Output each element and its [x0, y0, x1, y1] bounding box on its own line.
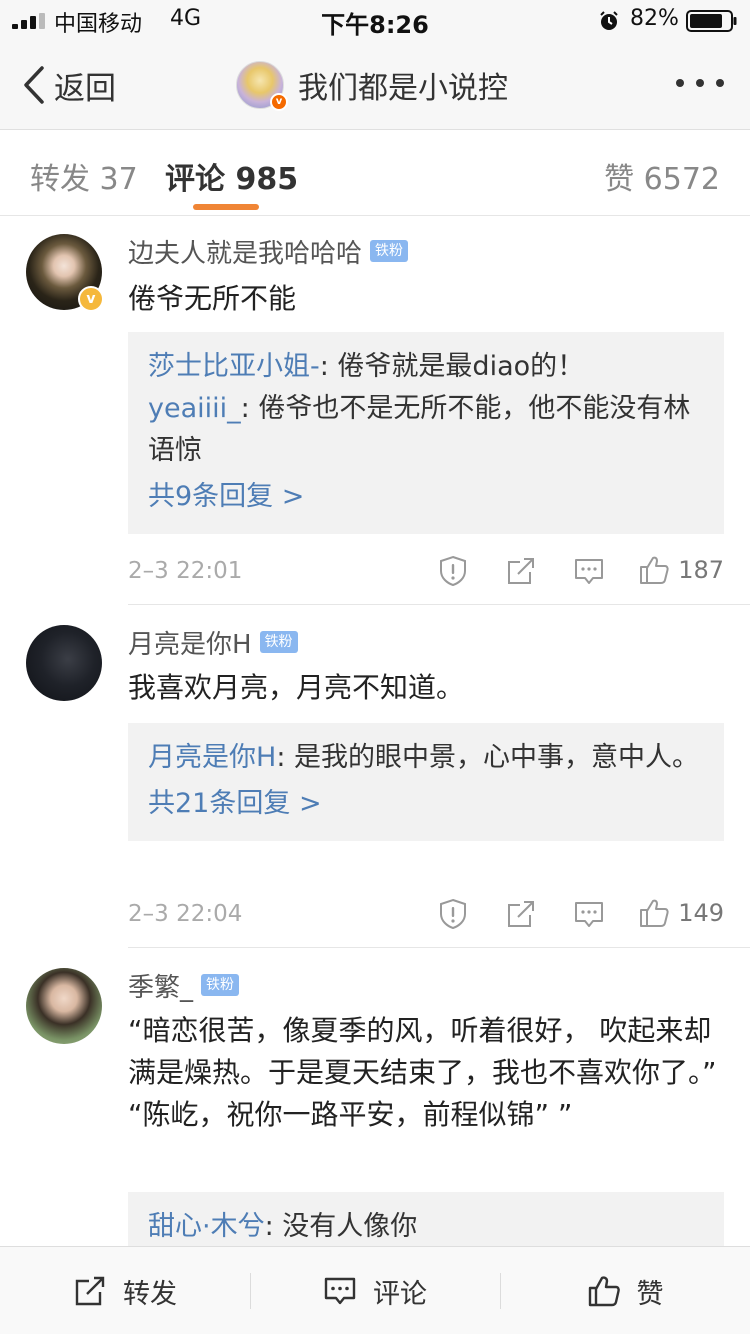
- repost-button[interactable]: 转发: [0, 1247, 250, 1334]
- comment-meta: 2–3 22:01 187: [128, 550, 724, 590]
- tab-bar: 转发 37 评论 985 赞 6572: [0, 130, 750, 216]
- reply-preview-box[interactable]: 莎士比亚小姐-: 倦爷就是最diao的！ yeaiiii_: 倦爷也不是无所不能…: [128, 332, 724, 534]
- thumbs-up-icon: [640, 556, 669, 584]
- commenter-name[interactable]: 月亮是你H: [128, 624, 252, 661]
- more-dot-icon: [676, 79, 684, 87]
- tab-likes[interactable]: 赞 6572: [604, 154, 720, 198]
- reply-author[interactable]: 甜心·木兮: [148, 1211, 265, 1242]
- battery-percentage: 82%: [630, 6, 679, 31]
- view-all-replies-link[interactable]: 共9条回复 >: [148, 476, 704, 518]
- comment-reply-icon[interactable]: [572, 554, 606, 588]
- commenter-row: 边夫人就是我哈哈哈 铁粉: [128, 233, 409, 270]
- back-label: 返回: [54, 70, 116, 107]
- share-icon[interactable]: [504, 554, 538, 588]
- fan-badge: 铁粉: [201, 974, 240, 996]
- comment-time: 2–3 22:04: [128, 901, 243, 927]
- back-button[interactable]: 返回: [20, 62, 116, 108]
- commenter-row: 月亮是你H 铁粉: [128, 624, 298, 661]
- repost-label: 转发: [123, 1278, 177, 1310]
- comment-divider: [128, 947, 750, 948]
- reply-text: : 倦爷就是最diao的！: [319, 351, 585, 382]
- reply-item: yeaiiii_: 倦爷也不是无所不能，他不能没有林语惊: [148, 388, 704, 472]
- battery-icon: [686, 10, 737, 32]
- commenter-avatar[interactable]: [26, 968, 102, 1044]
- status-bar: 中国移动 4G 下午8:26 82%: [0, 0, 750, 40]
- commenter-avatar[interactable]: [26, 625, 102, 701]
- comment-label: 评论: [373, 1278, 427, 1310]
- comment-divider: [128, 604, 750, 605]
- comment-text: 倦爷无所不能: [128, 282, 297, 315]
- like-button[interactable]: 187: [638, 552, 724, 588]
- thumbs-up-icon: [588, 1276, 620, 1307]
- reply-item: 甜心·木兮: 没有人像你: [148, 1206, 704, 1248]
- more-dot-icon: [716, 79, 724, 87]
- report-icon[interactable]: [436, 554, 470, 588]
- comment-time: 2–3 22:01: [128, 558, 243, 584]
- reply-author[interactable]: 月亮是你H: [148, 742, 276, 773]
- tab-comments[interactable]: 评论 985: [165, 154, 298, 198]
- account-avatar[interactable]: v: [236, 61, 288, 111]
- comment-meta: 2–3 22:04 149: [128, 893, 724, 933]
- reply-author[interactable]: yeaiiii_: [148, 393, 241, 424]
- reply-preview-box[interactable]: 月亮是你H: 是我的眼中景，心中事，意中人。 共21条回复 >: [128, 723, 724, 841]
- more-options-button[interactable]: [676, 76, 724, 90]
- comment-text: “暗恋很苦，像夏季的风，听着很好， 吹起来却满是燥热。于是夏天结束了，我也不喜欢…: [128, 1014, 717, 1131]
- chevron-left-icon: [24, 66, 44, 104]
- account-header[interactable]: v 我们都是小说控: [236, 58, 508, 112]
- reply-item: 莎士比亚小姐-: 倦爷就是最diao的！: [148, 346, 704, 388]
- share-icon[interactable]: [504, 897, 538, 931]
- comment-button[interactable]: 评论: [250, 1247, 500, 1334]
- thumbs-up-icon: [640, 899, 669, 927]
- like-label: 赞: [636, 1278, 664, 1310]
- tab-reposts[interactable]: 转发 37: [30, 154, 138, 198]
- active-tab-indicator: [193, 204, 259, 210]
- reply-text: : 是我的眼中景，心中事，意中人。: [276, 742, 699, 773]
- comment-reply-icon[interactable]: [572, 897, 606, 931]
- verified-icon: v: [270, 93, 288, 111]
- report-icon[interactable]: [436, 897, 470, 931]
- commenter-row: 季繁_ 铁粉: [128, 967, 240, 1004]
- navigation-bar: 返回 v 我们都是小说控: [0, 40, 750, 130]
- commenter-name[interactable]: 季繁_: [128, 967, 193, 1004]
- view-all-replies-link[interactable]: 共21条回复 >: [148, 783, 704, 825]
- reply-item: 月亮是你H: 是我的眼中景，心中事，意中人。: [148, 737, 704, 779]
- reply-author[interactable]: 莎士比亚小姐-: [148, 351, 320, 382]
- like-post-button[interactable]: 赞: [500, 1247, 750, 1334]
- comment-text: 我喜欢月亮，月亮不知道。: [128, 671, 465, 704]
- more-dot-icon: [696, 79, 704, 87]
- like-count: 187: [678, 556, 724, 584]
- bottom-action-bar: 转发 评论 赞: [0, 1246, 750, 1334]
- fan-badge: 铁粉: [259, 631, 298, 653]
- alarm-icon: [600, 11, 618, 30]
- repost-icon: [75, 1276, 105, 1306]
- like-count: 149: [678, 899, 724, 927]
- verified-icon: v: [78, 286, 104, 312]
- reply-text: : 没有人像你: [264, 1211, 418, 1242]
- like-button[interactable]: 149: [638, 895, 724, 931]
- commenter-name[interactable]: 边夫人就是我哈哈哈: [128, 233, 362, 270]
- comment-icon: [324, 1277, 356, 1305]
- fan-badge: 铁粉: [370, 240, 409, 262]
- page-title: 我们都是小说控: [298, 71, 508, 106]
